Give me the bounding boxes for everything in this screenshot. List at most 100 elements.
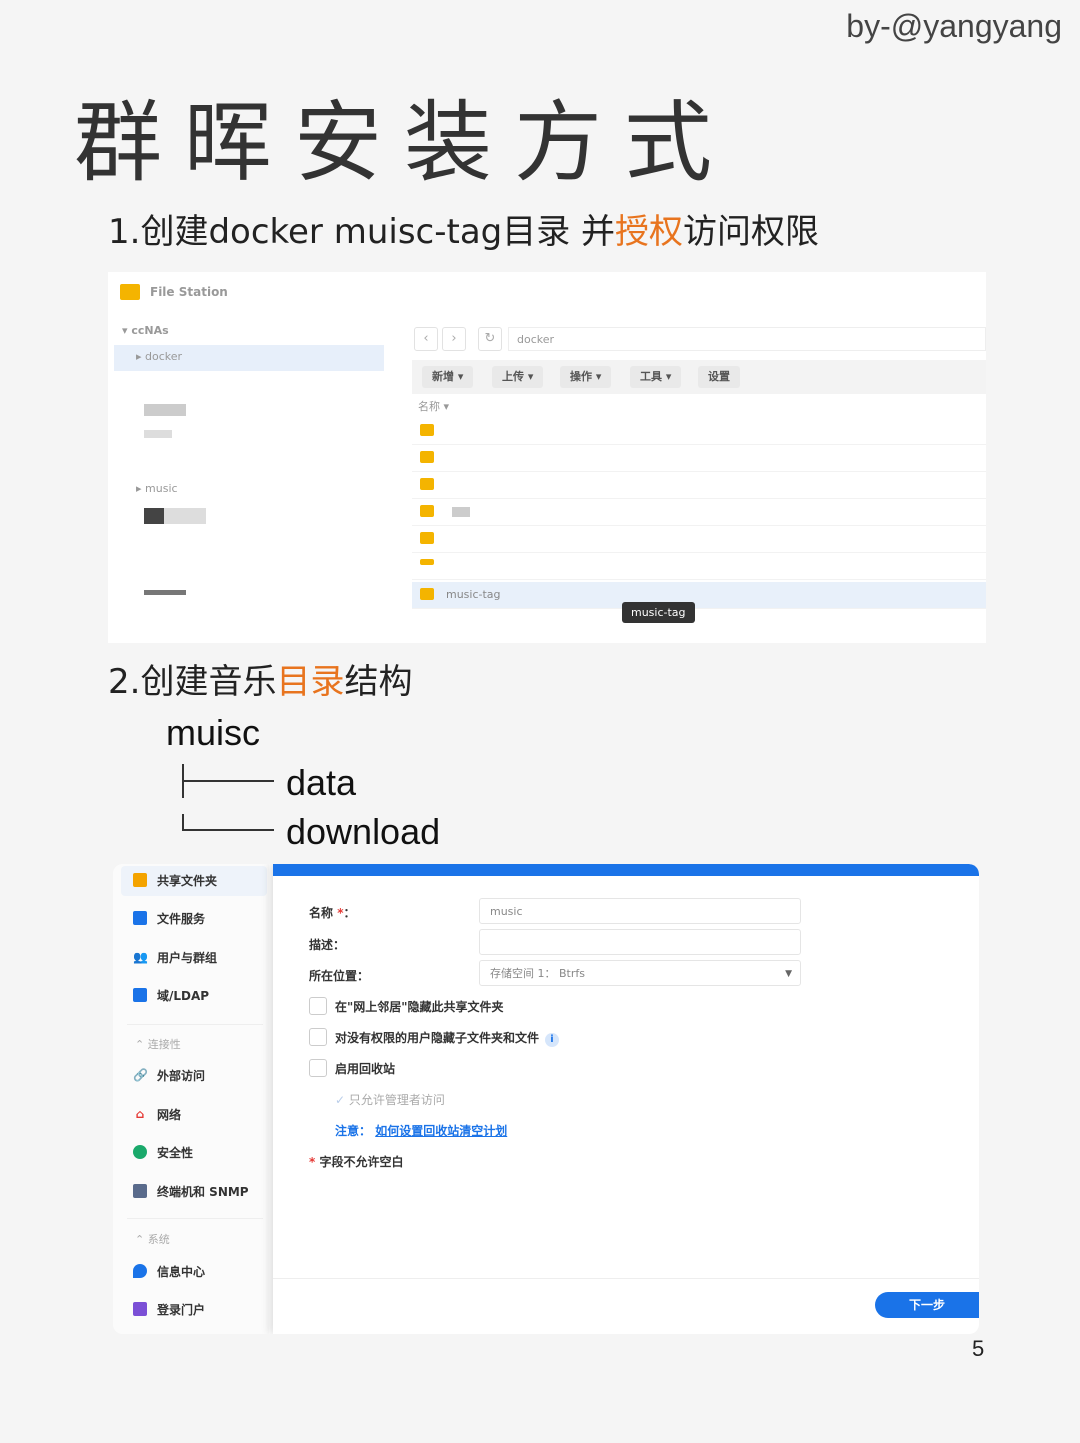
location-select[interactable]: 存储空间 1： Btrfs ▼ bbox=[479, 960, 801, 986]
control-panel-screenshot: 共享文件夹 文件服务 👥 用户与群组 域/LDAP ⌃ 连接性 🔗 外部访问 ⌂ 网络… bbox=[113, 864, 979, 1334]
tree-connector bbox=[182, 829, 274, 831]
folder-icon bbox=[420, 451, 434, 463]
sidebar-item-label: 用户与群组 bbox=[157, 950, 218, 965]
file-row[interactable] bbox=[412, 472, 986, 499]
refresh-icon[interactable]: ↻ bbox=[478, 327, 502, 351]
sidebar-item-external-access[interactable]: 🔗 外部访问 bbox=[133, 1061, 205, 1089]
recycle-note: 注意： 如何设置回收站清空计划 bbox=[335, 1122, 507, 1139]
checkmark-icon: ✓ bbox=[335, 1093, 346, 1107]
section-label: 系统 bbox=[147, 1233, 170, 1246]
folder-icon bbox=[420, 478, 434, 490]
admin-only-checkbox[interactable]: ✓ 只允许管理者访问 bbox=[335, 1091, 445, 1108]
sidebar-item-shared-folder[interactable]: 共享文件夹 bbox=[133, 866, 217, 894]
folder-icon bbox=[420, 588, 434, 600]
tree-connector bbox=[182, 780, 274, 782]
selected-row-label: music-tag bbox=[446, 588, 501, 601]
blurred-item bbox=[144, 590, 186, 595]
sidebar-item-label: 登录门户 bbox=[157, 1302, 206, 1317]
step2-suffix: 结构 bbox=[344, 662, 413, 702]
tree-item-docker-label: docker bbox=[145, 350, 183, 363]
sidebar-item-ldap[interactable]: 域/LDAP bbox=[133, 981, 209, 1009]
file-services-icon bbox=[133, 911, 147, 925]
terminal-icon bbox=[133, 1184, 147, 1198]
forward-button[interactable]: › bbox=[442, 327, 466, 351]
sidebar-divider bbox=[127, 1024, 263, 1025]
sidebar-item-file-services[interactable]: 文件服务 bbox=[133, 904, 205, 932]
sidebar-item-users[interactable]: 👥 用户与群组 bbox=[133, 943, 217, 971]
sidebar-item-login-portal[interactable]: 登录门户 bbox=[133, 1295, 205, 1323]
ldap-icon bbox=[133, 988, 147, 1002]
file-station-main: ‹ › ↻ docker 新增 ▾ 上传 ▾ 操作 ▾ 工具 ▾ 设置 名称 ▾… bbox=[408, 312, 986, 643]
hide-network-label: 在"网上邻居"隐藏此共享文件夹 bbox=[335, 1000, 504, 1014]
name-label-text: 名称 bbox=[309, 906, 334, 920]
file-toolbar: 新增 ▾ 上传 ▾ 操作 ▾ 工具 ▾ 设置 bbox=[412, 360, 986, 394]
page-number: 5 bbox=[972, 1336, 985, 1361]
hide-subfolders-checkbox[interactable] bbox=[309, 1028, 327, 1046]
step1-prefix: 1.创建docker muisc-tag目录 并 bbox=[108, 212, 616, 252]
hide-subfolders-label: 对没有权限的用户隐藏子文件夹和文件 i bbox=[335, 1029, 560, 1047]
hide-subfolders-text: 对没有权限的用户隐藏子文件夹和文件 bbox=[335, 1031, 540, 1045]
file-row[interactable] bbox=[412, 445, 986, 472]
sidebar-item-network[interactable]: ⌂ 网络 bbox=[133, 1100, 181, 1128]
tree-root[interactable]: ▾ ccNAs bbox=[122, 324, 169, 337]
sidebar-item-label: 文件服务 bbox=[157, 911, 206, 926]
file-row[interactable] bbox=[412, 553, 986, 580]
recycle-schedule-link[interactable]: 如何设置回收站清空计划 bbox=[375, 1124, 507, 1138]
blurred-item bbox=[144, 508, 164, 524]
hide-network-checkbox[interactable] bbox=[309, 997, 327, 1015]
dir-child-data: data bbox=[286, 762, 357, 803]
folder-icon bbox=[420, 532, 434, 544]
dialog-title-bar bbox=[273, 864, 979, 876]
description-label: 描述： bbox=[309, 938, 346, 952]
blurred-item bbox=[452, 507, 470, 517]
sidebar-section-system[interactable]: ⌃ 系统 bbox=[135, 1231, 170, 1247]
path-bar[interactable]: docker bbox=[508, 327, 986, 351]
next-button[interactable]: 下一步 bbox=[875, 1292, 979, 1318]
dir-child-download: download bbox=[286, 811, 441, 852]
toolbar-action-label: 操作 bbox=[570, 370, 592, 383]
toolbar-upload-label: 上传 bbox=[502, 370, 524, 383]
file-station-tree: ▾ ccNAs ▸ docker ▸ music bbox=[108, 312, 398, 643]
file-row[interactable] bbox=[412, 418, 986, 445]
sidebar-item-label: 外部访问 bbox=[157, 1068, 206, 1083]
name-tooltip: music-tag bbox=[622, 602, 695, 623]
sidebar-item-terminal-snmp[interactable]: 终端机和 SNMP bbox=[133, 1177, 249, 1205]
step1-heading: 1.创建docker muisc-tag目录 并授权访问权限 bbox=[108, 204, 819, 253]
dialog-footer-divider bbox=[273, 1278, 979, 1279]
file-row[interactable] bbox=[412, 499, 986, 526]
file-row[interactable] bbox=[412, 526, 986, 553]
toolbar-settings-button[interactable]: 设置 bbox=[698, 366, 740, 388]
toolbar-tools-button[interactable]: 工具 ▾ bbox=[630, 366, 682, 388]
tree-item-docker[interactable]: ▸ docker bbox=[136, 350, 182, 363]
toolbar-create-button[interactable]: 新增 ▾ bbox=[422, 366, 474, 388]
sidebar-item-label: 网络 bbox=[157, 1107, 182, 1122]
name-label: 名称 *： bbox=[309, 906, 356, 920]
sidebar-section-connectivity[interactable]: ⌃ 连接性 bbox=[135, 1036, 181, 1052]
required-warning: * 字段不允许空白 bbox=[309, 1155, 404, 1169]
tree-item-music[interactable]: ▸ music bbox=[136, 482, 178, 495]
recycle-bin-checkbox[interactable] bbox=[309, 1059, 327, 1077]
column-header-name[interactable]: 名称 ▾ bbox=[418, 398, 449, 414]
description-label-text: 描述 bbox=[309, 938, 334, 952]
step2-prefix: 2.创建音乐 bbox=[108, 662, 277, 702]
toolbar-tools-label: 工具 bbox=[640, 370, 662, 383]
toolbar-upload-button[interactable]: 上传 ▾ bbox=[492, 366, 544, 388]
column-header-label: 名称 bbox=[418, 400, 440, 413]
back-button[interactable]: ‹ bbox=[414, 327, 438, 351]
toolbar-create-label: 新增 bbox=[432, 370, 454, 383]
tree-root-label: ccNAs bbox=[131, 324, 169, 337]
section-label: 连接性 bbox=[147, 1038, 181, 1051]
toolbar-action-button[interactable]: 操作 ▾ bbox=[560, 366, 612, 388]
dir-root: muisc bbox=[166, 712, 261, 753]
blurred-item bbox=[144, 404, 186, 416]
description-input[interactable] bbox=[479, 929, 801, 955]
name-input[interactable]: music bbox=[479, 898, 801, 924]
sidebar-divider bbox=[127, 1218, 263, 1219]
sidebar-item-info-center[interactable]: 信息中心 bbox=[133, 1257, 205, 1285]
file-row-selected[interactable]: music-tag bbox=[412, 582, 986, 609]
tree-connector bbox=[182, 814, 184, 830]
info-icon[interactable]: i bbox=[545, 1033, 560, 1047]
info-icon bbox=[133, 1264, 147, 1278]
sidebar-item-security[interactable]: 安全性 bbox=[133, 1138, 193, 1166]
portal-icon bbox=[133, 1302, 147, 1316]
